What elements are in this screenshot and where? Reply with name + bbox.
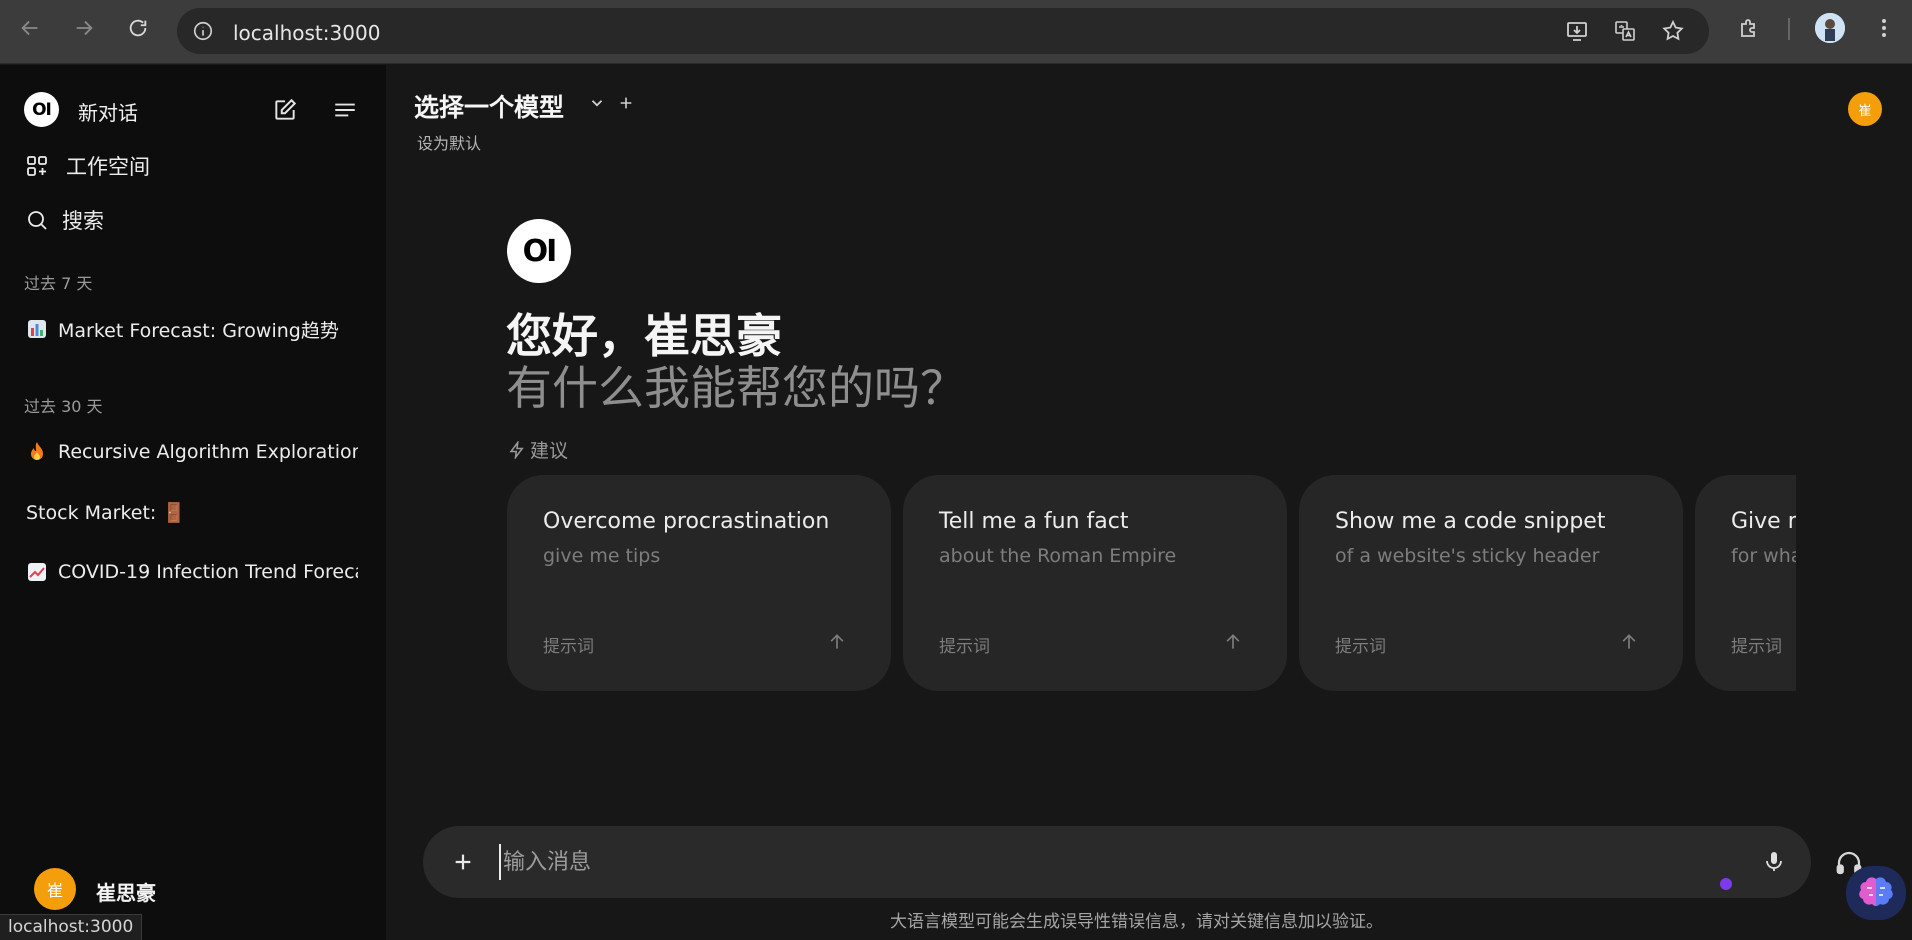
message-input[interactable] [499,844,1649,880]
chart-increasing-emoji-icon [26,561,48,583]
suggestion-title: Show me a code snippet [1335,509,1606,534]
suggestion-tag: 提示词 [1335,637,1386,657]
extensions-icon[interactable] [1735,14,1763,42]
arrow-up-icon [1221,630,1245,654]
group-label: 过去 30 天 [24,397,103,416]
chat-title: Stock Market: 🚪 [26,501,187,524]
suggestions-label-text: 建议 [530,440,569,462]
brain-assistant-icon[interactable] [1846,866,1906,920]
kebab-menu-icon[interactable] [1870,14,1898,42]
lightning-icon [508,440,526,459]
status-indicator-dot [1720,878,1732,890]
user-name[interactable]: 崔思豪 [96,877,156,906]
suggestion-subtitle: for wha [1731,545,1796,567]
reload-icon[interactable] [124,14,152,42]
toolbar-divider [1788,18,1790,40]
suggestion-subtitle: of a website's sticky header [1335,545,1600,567]
sidebar-item-search[interactable]: 搜索 [22,200,362,240]
bar-chart-emoji-icon [26,318,48,340]
browser-toolbar: localhost:3000 [0,0,1912,64]
chat-title: Market Forecast: Growing趋势 [58,319,339,342]
greeting-subtitle: 有什么我能帮您的吗？ [506,361,966,415]
address-bar[interactable]: localhost:3000 [177,8,1709,54]
suggestion-tag: 提示词 [939,637,990,657]
suggestion-tag: 提示词 [1731,637,1782,657]
disclaimer-text: 大语言模型可能会生成误导性错误信息，请对关键信息加以验证。 [890,912,1383,932]
suggestion-card[interactable]: Show me a code snippet of a website's st… [1299,475,1683,691]
suggestion-carousel: Overcome procrastination give me tips 提示… [507,475,1796,691]
address-url[interactable]: localhost:3000 [233,21,380,45]
suggestions-label: 建议 [508,436,568,463]
sidebar-item-label: 搜索 [62,209,104,233]
back-arrow-icon[interactable] [16,14,44,42]
microphone-icon[interactable] [1758,846,1790,878]
bookmark-star-icon[interactable] [1660,18,1686,44]
chat-title: COVID-19 Infection Trend Forecast [58,561,358,583]
suggestion-card[interactable]: Overcome procrastination give me tips 提示… [507,475,891,691]
suggestion-subtitle: about the Roman Empire [939,545,1177,567]
sidebar: OI 新对话 工作空间 搜索 过去 7 天 Market Forecast: G… [0,65,386,940]
chat-list-item[interactable]: Recursive Algorithm Exploration [26,432,358,472]
user-avatar[interactable]: 崔 [34,868,76,910]
workspace-grid-icon [22,151,52,181]
translate-icon[interactable] [1612,18,1638,44]
suggestion-tag: 提示词 [543,637,594,657]
add-model-plus-icon[interactable] [615,92,637,114]
suggestion-subtitle: give me tips [543,545,661,567]
forward-arrow-icon[interactable] [70,14,98,42]
install-app-icon[interactable] [1564,18,1590,44]
group-label: 过去 7 天 [24,274,93,293]
hero-logo: OI [507,219,571,283]
suggestion-card[interactable]: Tell me a fun fact about the Roman Empir… [903,475,1287,691]
site-info-icon[interactable] [189,17,217,45]
suggestion-title: Tell me a fun fact [939,509,1129,534]
fire-emoji-icon [26,441,48,463]
chat-list-item[interactable]: Market Forecast: Growing趋势 [26,309,358,349]
chevron-down-icon[interactable] [586,92,608,114]
profile-avatar[interactable] [1815,13,1845,43]
chat-list-item[interactable]: Stock Market: 🚪 [26,492,358,532]
suggestion-title: Give m [1731,509,1796,534]
arrow-up-icon [825,630,849,654]
sidebar-menu-icon[interactable] [330,95,360,125]
arrow-up-icon [1617,630,1641,654]
message-composer [423,826,1811,898]
suggestion-title: Overcome procrastination [543,509,830,534]
new-chat-link[interactable]: 新对话 [78,97,138,126]
attach-plus-icon[interactable] [447,846,479,878]
app-logo[interactable]: OI [24,92,59,127]
chat-title: Recursive Algorithm Exploration [58,441,358,463]
new-chat-edit-icon[interactable] [270,95,300,125]
sidebar-item-label: 工作空间 [66,155,150,179]
model-selector[interactable]: 选择一个模型 [414,88,564,124]
sidebar-item-workspace[interactable]: 工作空间 [22,146,362,186]
chat-list-item[interactable]: COVID-19 Infection Trend Forecast [26,552,358,592]
status-bar-url: localhost:3000 [0,914,143,940]
suggestion-card[interactable]: Give m for wha 提示词 [1695,475,1796,691]
set-default-link[interactable]: 设为默认 [417,130,481,154]
header-user-avatar[interactable]: 崔 [1848,92,1882,126]
search-icon [22,205,52,235]
